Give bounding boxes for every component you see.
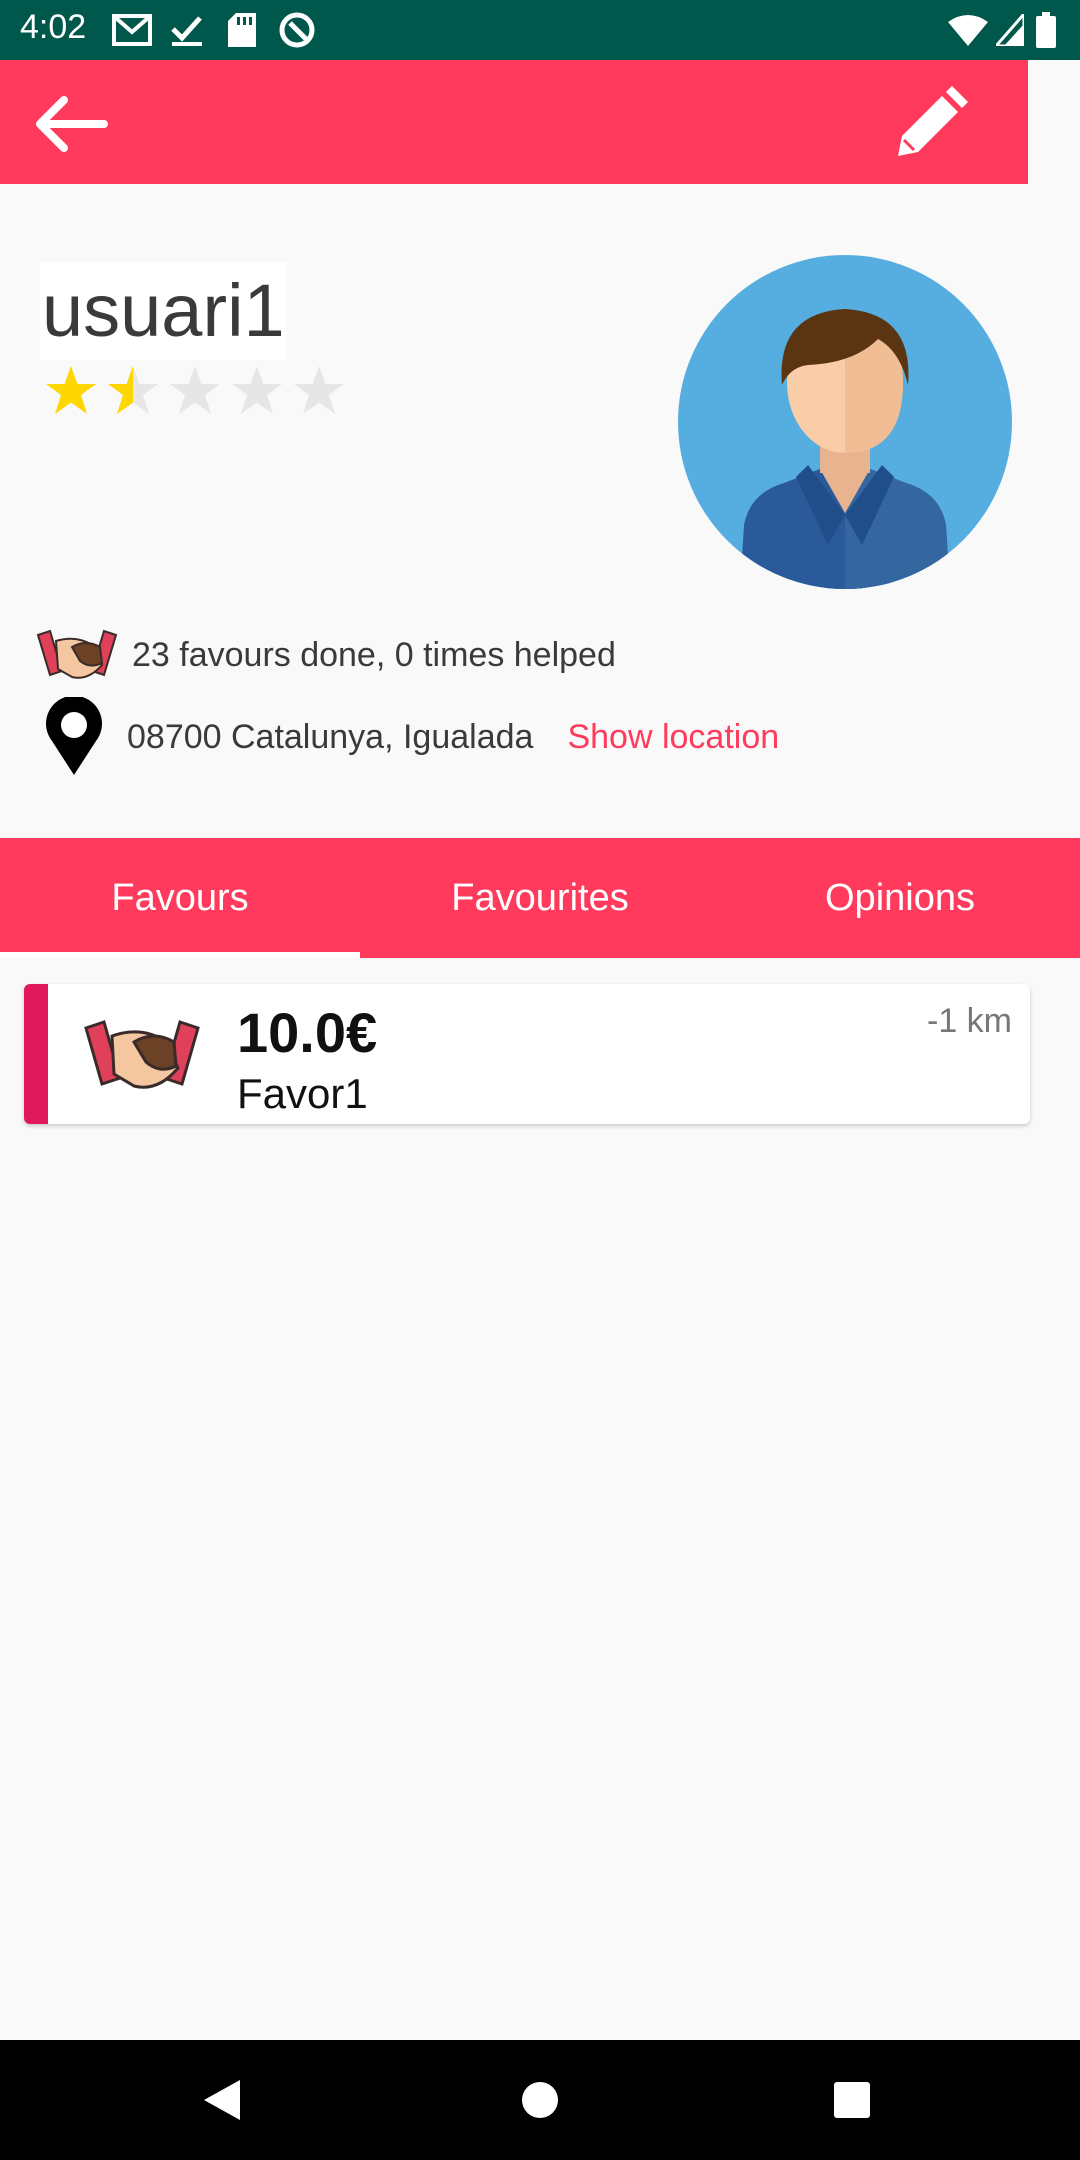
tab-favours[interactable]: Favours [0, 838, 360, 958]
star-half-icon [108, 366, 158, 414]
nav-home-icon[interactable] [520, 2080, 560, 2120]
location-text: 08700 Catalunya, Igualada [127, 717, 534, 756]
stats-text: 23 favours done, 0 times helped [132, 635, 616, 674]
battery-icon [1036, 10, 1056, 50]
rating-stars [44, 364, 354, 420]
nav-recents-icon[interactable] [832, 2080, 872, 2120]
edit-profile-button[interactable] [890, 84, 970, 164]
favour-price: 10.0€ [237, 1001, 378, 1064]
favour-distance: -1 km [927, 1002, 1012, 1040]
check-icon [170, 10, 204, 50]
signal-icon [996, 10, 1024, 50]
star-empty-icon [294, 366, 344, 414]
username: usuari1 [40, 262, 287, 360]
favour-card[interactable]: 10.0€ Favor1 -1 km [24, 984, 1030, 1124]
favour-title: Favor1 [237, 1070, 368, 1117]
status-bar: 4:02 [0, 0, 1080, 60]
star-full-icon [46, 366, 96, 414]
app-bar [0, 60, 1028, 184]
tab-favourites[interactable]: Favourites [360, 838, 720, 958]
show-location-link[interactable]: Show location [567, 718, 779, 757]
gmail-icon [112, 10, 152, 50]
wifi-icon [948, 10, 988, 50]
star-empty-icon [232, 366, 282, 414]
profile-tabs: Favours Favourites Opinions [0, 838, 1080, 958]
stats-row: 23 favours done, 0 times helped [36, 620, 616, 690]
star-empty-icon [170, 366, 220, 414]
location-pin-icon [46, 697, 102, 775]
tab-opinions[interactable]: Opinions [720, 838, 1080, 958]
sd-card-icon [228, 10, 256, 50]
sync-icon [278, 10, 316, 50]
avatar[interactable] [678, 255, 1012, 589]
status-time: 4:02 [20, 8, 87, 46]
arrow-back-icon [36, 96, 108, 152]
system-nav-bar [0, 2040, 1080, 2160]
handshake-icon [36, 629, 118, 679]
person-avatar-icon [740, 309, 950, 589]
pencil-icon [898, 86, 968, 156]
back-button[interactable] [30, 92, 110, 156]
card-stripe [24, 984, 48, 1124]
nav-back-icon[interactable] [200, 2078, 244, 2122]
handshake-icon [84, 1020, 200, 1089]
location-row: 08700 Catalunya, Igualada Show location [36, 694, 779, 780]
